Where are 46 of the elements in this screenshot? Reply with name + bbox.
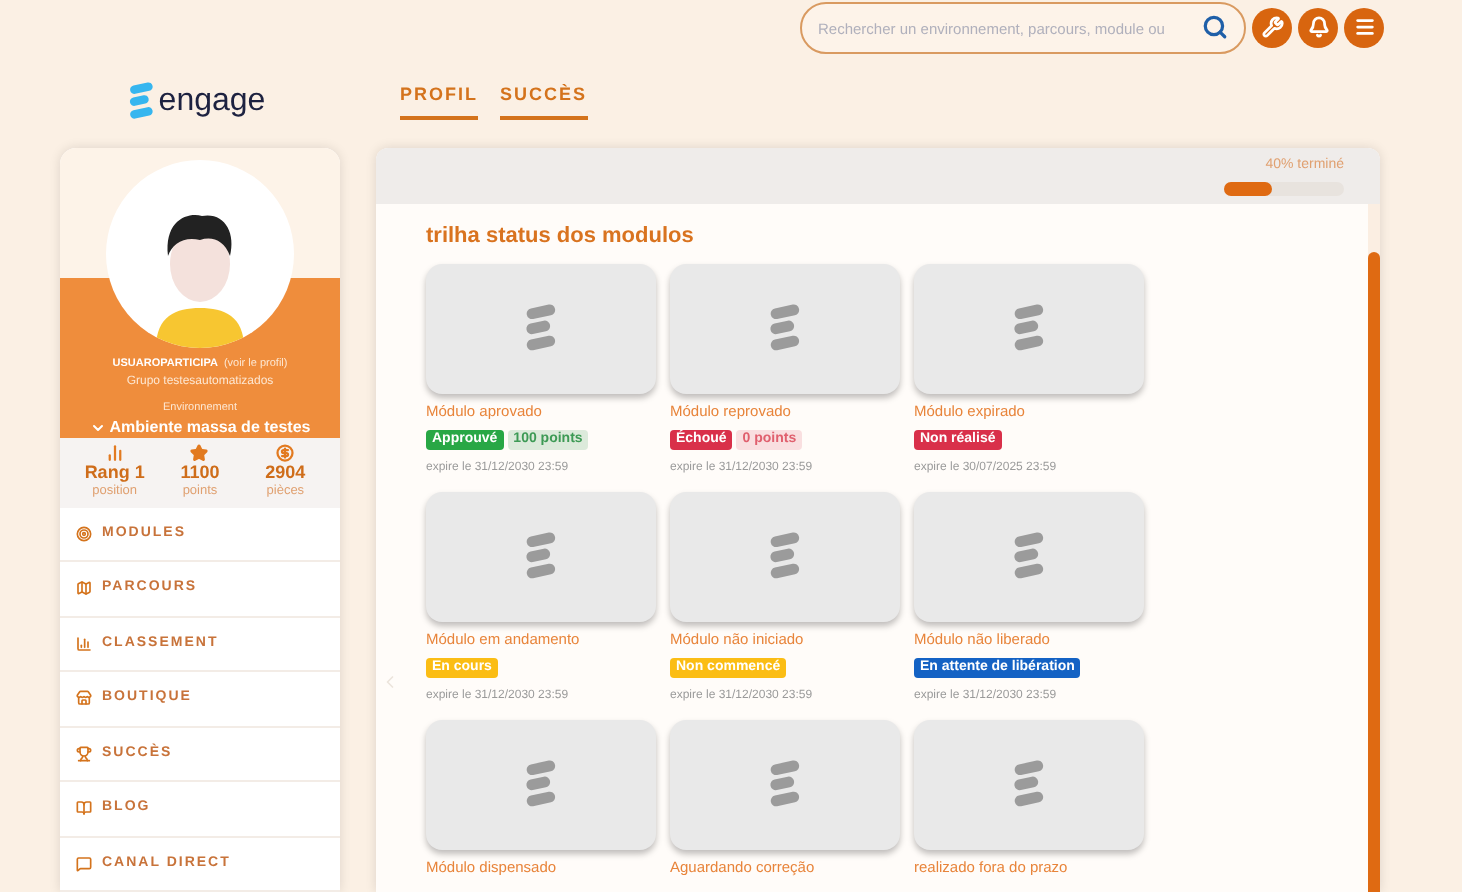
star-icon (190, 444, 209, 462)
module-thumbnail[interactable] (670, 491, 900, 621)
menu-icon (1353, 16, 1375, 38)
bar-chart-icon (76, 635, 92, 652)
logo-icon (524, 760, 558, 808)
trophy-icon (76, 745, 92, 762)
stat-value: 1100 (180, 462, 220, 484)
tools-button[interactable] (1252, 7, 1292, 47)
map-icon (76, 580, 92, 597)
module-thumbnail[interactable] (914, 719, 1144, 849)
coin-icon (276, 444, 295, 462)
logo[interactable]: engage (128, 82, 400, 120)
nav-tab[interactable]: PROFIL (400, 82, 478, 120)
nav-tab[interactable]: SUCCÈS (500, 82, 588, 120)
module-thumbnail[interactable] (914, 263, 1144, 393)
stat-value: Rang 1 (84, 462, 145, 484)
store-icon (76, 690, 92, 707)
bell-icon (1307, 16, 1329, 38)
search-icon[interactable] (1202, 13, 1228, 39)
bar-chart-icon (105, 444, 124, 462)
module-thumbnail[interactable] (426, 263, 656, 393)
scrollbar-thumb[interactable] (1368, 252, 1380, 892)
logo-icon (768, 532, 802, 580)
logo-icon (768, 760, 802, 808)
logo-icon (524, 532, 558, 580)
book-icon (76, 800, 92, 817)
logo-icon (524, 304, 558, 352)
tools-icon (1261, 16, 1283, 38)
module-thumbnail[interactable] (914, 491, 1144, 621)
logo-icon (1012, 760, 1046, 808)
chat-icon (76, 855, 92, 872)
target-icon (76, 525, 92, 542)
stat-value: 2904 (265, 462, 306, 484)
chevron-down-icon (89, 419, 106, 435)
logo-icon (1012, 304, 1046, 352)
bell-button[interactable] (1298, 7, 1338, 47)
module-thumbnail[interactable] (426, 719, 656, 849)
logo-icon (128, 82, 155, 120)
section-title: trilha status dos modulos (426, 222, 696, 252)
menu-button[interactable] (1344, 7, 1384, 47)
module-thumbnail[interactable] (426, 491, 656, 621)
environment-dropdown[interactable]: Ambiente massa de testes (89, 417, 311, 437)
module-thumbnail[interactable] (670, 719, 900, 849)
logo-icon (768, 304, 802, 352)
logo-icon (1012, 532, 1046, 580)
module-thumbnail[interactable] (670, 263, 900, 393)
